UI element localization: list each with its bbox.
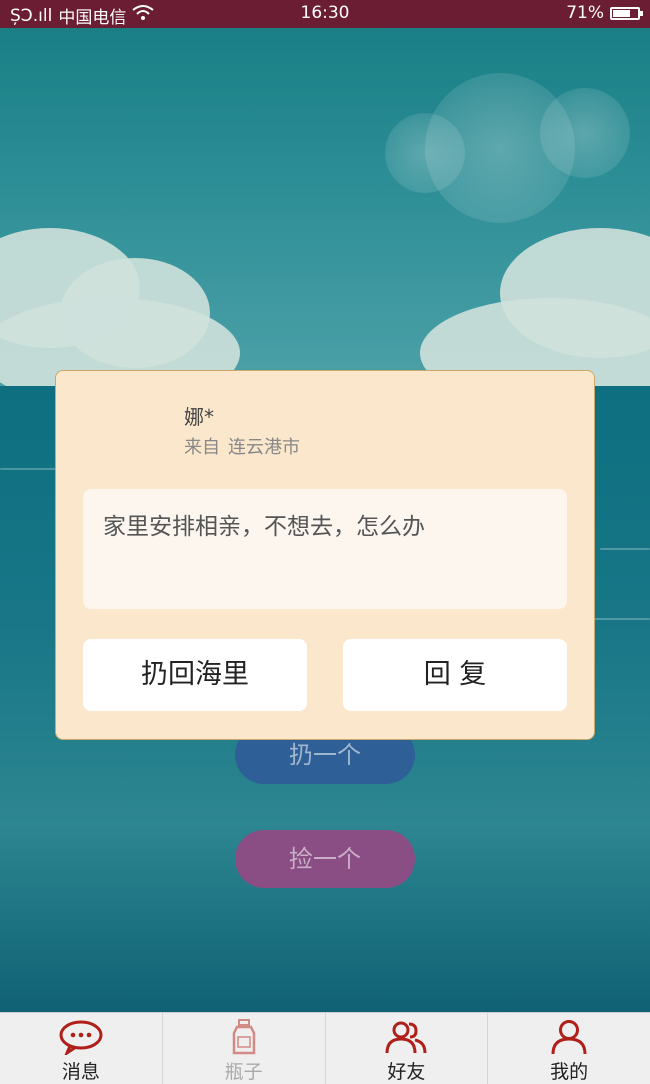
pick-bottle-button[interactable]: 捡一个 xyxy=(235,830,415,888)
wave xyxy=(600,548,650,550)
reply-button[interactable]: 回 复 xyxy=(343,639,567,711)
battery-percent: 71% xyxy=(566,3,604,23)
person-icon xyxy=(551,1020,587,1055)
sender-location: 来自 连云港市 xyxy=(184,433,300,459)
from-prefix: 来自 xyxy=(184,437,220,458)
throw-back-button[interactable]: 扔回海里 xyxy=(83,639,307,711)
sender-name: 娜* xyxy=(184,405,214,429)
tab-label: 好友 xyxy=(387,1061,426,1083)
from-city: 连云港市 xyxy=(228,437,300,458)
status-bar: ȘƆ.ıll 中国电信 16:30 71% xyxy=(0,0,650,28)
tab-messages[interactable]: 消息 xyxy=(0,1013,163,1084)
message-bubble-icon xyxy=(59,1020,103,1055)
message-text: 家里安排相亲，不想去，怎么办 xyxy=(103,514,425,540)
message-box: 家里安排相亲，不想去，怎么办 xyxy=(83,489,567,609)
tab-bottles[interactable]: 瓶子 xyxy=(163,1013,326,1084)
tab-label: 消息 xyxy=(61,1061,100,1083)
bottle-message-dialog: 娜* 来自 连云港市 家里安排相亲，不想去，怎么办 扔回海里 回 复 xyxy=(55,370,595,740)
light-orb xyxy=(540,88,630,178)
bottom-tab-bar: 消息 瓶子 好友 我的 xyxy=(0,1012,650,1084)
tab-friends[interactable]: 好友 xyxy=(326,1013,489,1084)
battery-fill xyxy=(613,9,630,17)
light-orb xyxy=(385,113,465,193)
status-right: 71% xyxy=(566,3,643,23)
bottle-icon xyxy=(232,1019,255,1055)
tab-me[interactable]: 我的 xyxy=(488,1013,650,1084)
friends-icon xyxy=(385,1021,427,1054)
tab-label: 我的 xyxy=(550,1061,589,1083)
battery-icon xyxy=(610,6,643,20)
clock: 16:30 xyxy=(300,3,350,23)
tab-label: 瓶子 xyxy=(224,1061,263,1083)
